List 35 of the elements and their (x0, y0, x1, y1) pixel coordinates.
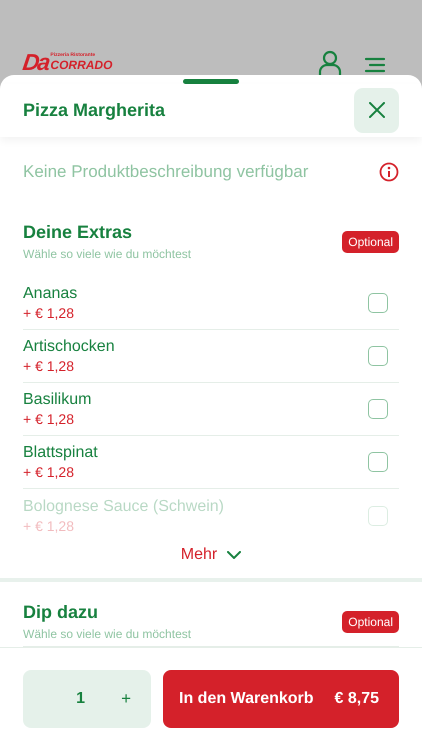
quantity-value: 1 (76, 690, 86, 708)
optional-badge: Optional (342, 610, 399, 632)
user-icon[interactable] (318, 50, 342, 75)
option-price: + € 1,28 (23, 518, 75, 534)
more-button[interactable]: Mehr (23, 542, 399, 568)
checkbox[interactable] (368, 399, 388, 419)
checkbox[interactable] (368, 293, 388, 313)
checkbox[interactable] (368, 346, 388, 366)
option-price: + € 1,28 (23, 358, 75, 374)
close-button[interactable] (354, 88, 399, 133)
product-description: Keine Produktbeschreibung verfügbar (23, 162, 308, 182)
logo-mark: Da (22, 52, 50, 72)
option-name: Ananas (23, 285, 78, 303)
drag-handle[interactable] (183, 79, 239, 84)
section-subtitle: Wähle so viele wie du möchtest (23, 627, 192, 641)
logo-name: CORRADO (50, 58, 112, 72)
section-title: Dip dazu (23, 602, 99, 623)
info-icon[interactable] (379, 162, 399, 182)
increase-button[interactable]: + (119, 689, 133, 709)
menu-icon[interactable] (364, 57, 386, 73)
checkbox[interactable] (368, 452, 388, 472)
option-name: Bolognese Sauce (Schwein) (23, 498, 224, 516)
chevron-down-icon (227, 551, 242, 559)
option-price: + € 1,28 (23, 411, 75, 427)
section-subtitle: Wähle so viele wie du möchtest (23, 247, 192, 261)
option-name: Artischocken (23, 338, 115, 356)
option-price: + € 1,28 (23, 464, 75, 480)
close-icon (368, 102, 384, 118)
add-to-cart-button[interactable]: In den Warenkorb € 8,75 (163, 670, 399, 728)
product-title: Pizza Margherita (23, 100, 166, 121)
option-name: Basilikum (23, 391, 92, 409)
section-title: Deine Extras (23, 222, 134, 243)
option-price: + € 1,28 (23, 305, 75, 321)
optional-badge: Optional (342, 230, 399, 252)
option-name: Blattspinat (23, 444, 98, 462)
